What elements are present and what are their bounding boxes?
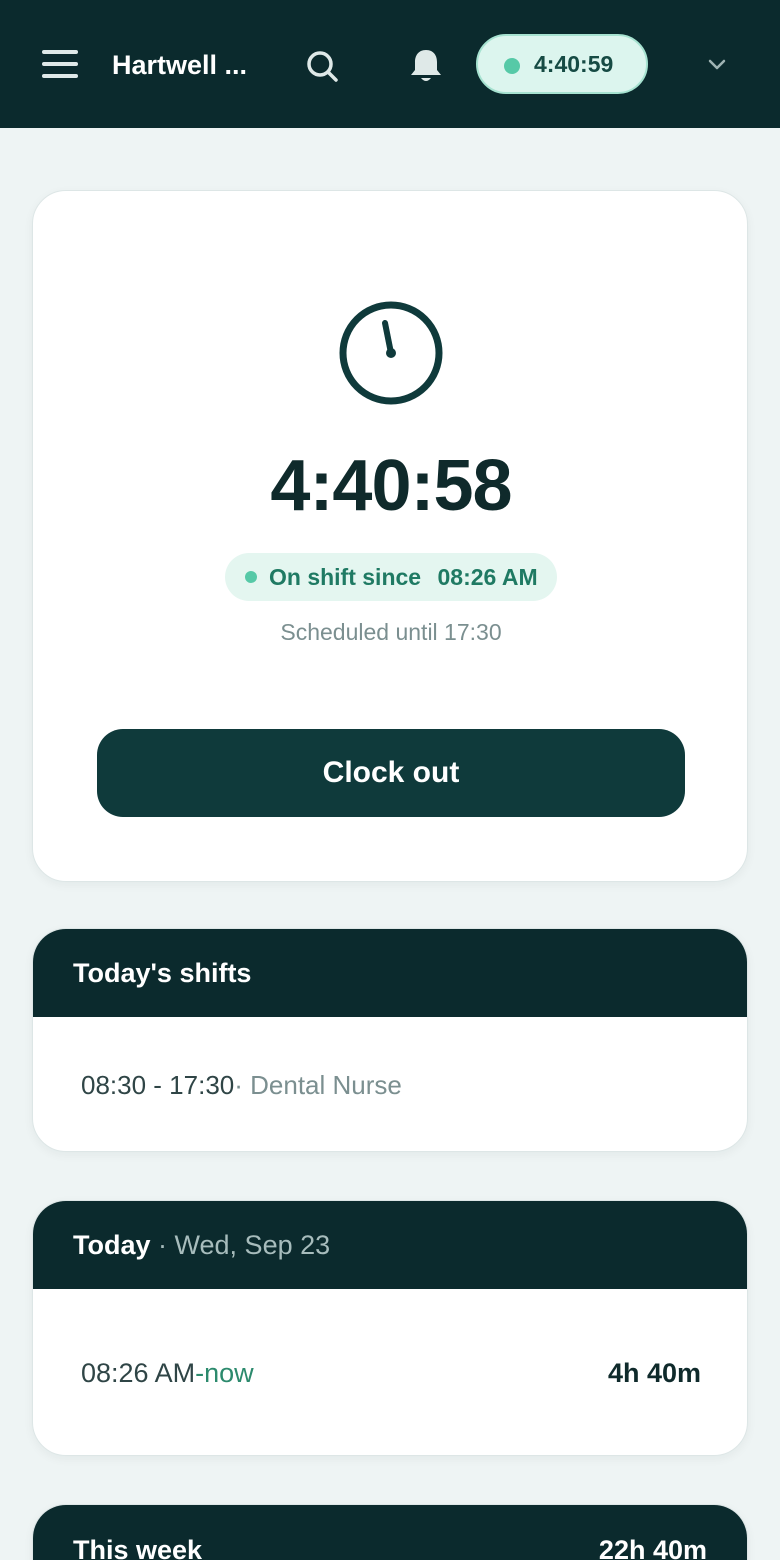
timer-text: 4:40:59 — [534, 51, 614, 77]
on-shift-label: On shift since — [269, 564, 422, 590]
clock-card: 4:40:58 On shift since 08:26 AM Schedule… — [32, 190, 748, 882]
todays-shifts-header: Today's shifts — [33, 929, 747, 1017]
status-dot — [504, 58, 520, 74]
scheduled-until: Scheduled until 17:30 — [280, 619, 502, 645]
status-dot — [245, 571, 257, 583]
card-title: This week — [73, 1535, 203, 1560]
search-icon[interactable] — [300, 44, 344, 88]
top-bar: Hartwell ... 4:40:59 — [0, 0, 780, 128]
clock-out-button[interactable]: Clock out — [97, 729, 685, 817]
clock-icon — [337, 299, 445, 407]
today-header: Today · Wed, Sep 23 — [33, 1201, 747, 1289]
todays-shifts-card: Today's shifts 08:30 - 17:30· Dental Nur… — [32, 928, 748, 1152]
today-card: Today · Wed, Sep 23 08:26 AM-now 4h 40m — [32, 1200, 748, 1456]
time-entry-row[interactable]: 08:26 AM-now 4h 40m — [81, 1355, 701, 1391]
elapsed-time: 4:40:58 — [270, 446, 512, 526]
entry-end: -now — [195, 1358, 254, 1388]
app-title[interactable]: Hartwell ... — [112, 46, 272, 84]
entry-duration: 4h 40m — [607, 1358, 701, 1388]
shift-time: 08:30 - 17:30 — [81, 1070, 235, 1100]
shift-role: · Dental Nurse — [234, 1070, 402, 1100]
bell-icon[interactable] — [404, 42, 448, 88]
this-week-header: This week 22h 40m — [33, 1505, 747, 1560]
card-title: Today — [73, 1230, 151, 1260]
menu-icon[interactable] — [40, 46, 80, 80]
card-title: Today's shifts — [73, 958, 252, 988]
on-shift-badge: On shift since 08:26 AM — [225, 553, 557, 601]
entry-start: 08:26 AM — [81, 1358, 196, 1388]
chevron-down-icon[interactable] — [700, 48, 734, 82]
today-date: · Wed, Sep 23 — [158, 1230, 331, 1260]
this-week-card[interactable]: This week 22h 40m — [32, 1504, 748, 1560]
on-shift-time: 08:26 AM — [437, 564, 538, 590]
week-total: 22h 40m — [598, 1535, 707, 1560]
shift-timer-pill[interactable]: 4:40:59 — [476, 34, 648, 94]
list-item[interactable]: 08:30 - 17:30· Dental Nurse — [81, 1067, 402, 1103]
